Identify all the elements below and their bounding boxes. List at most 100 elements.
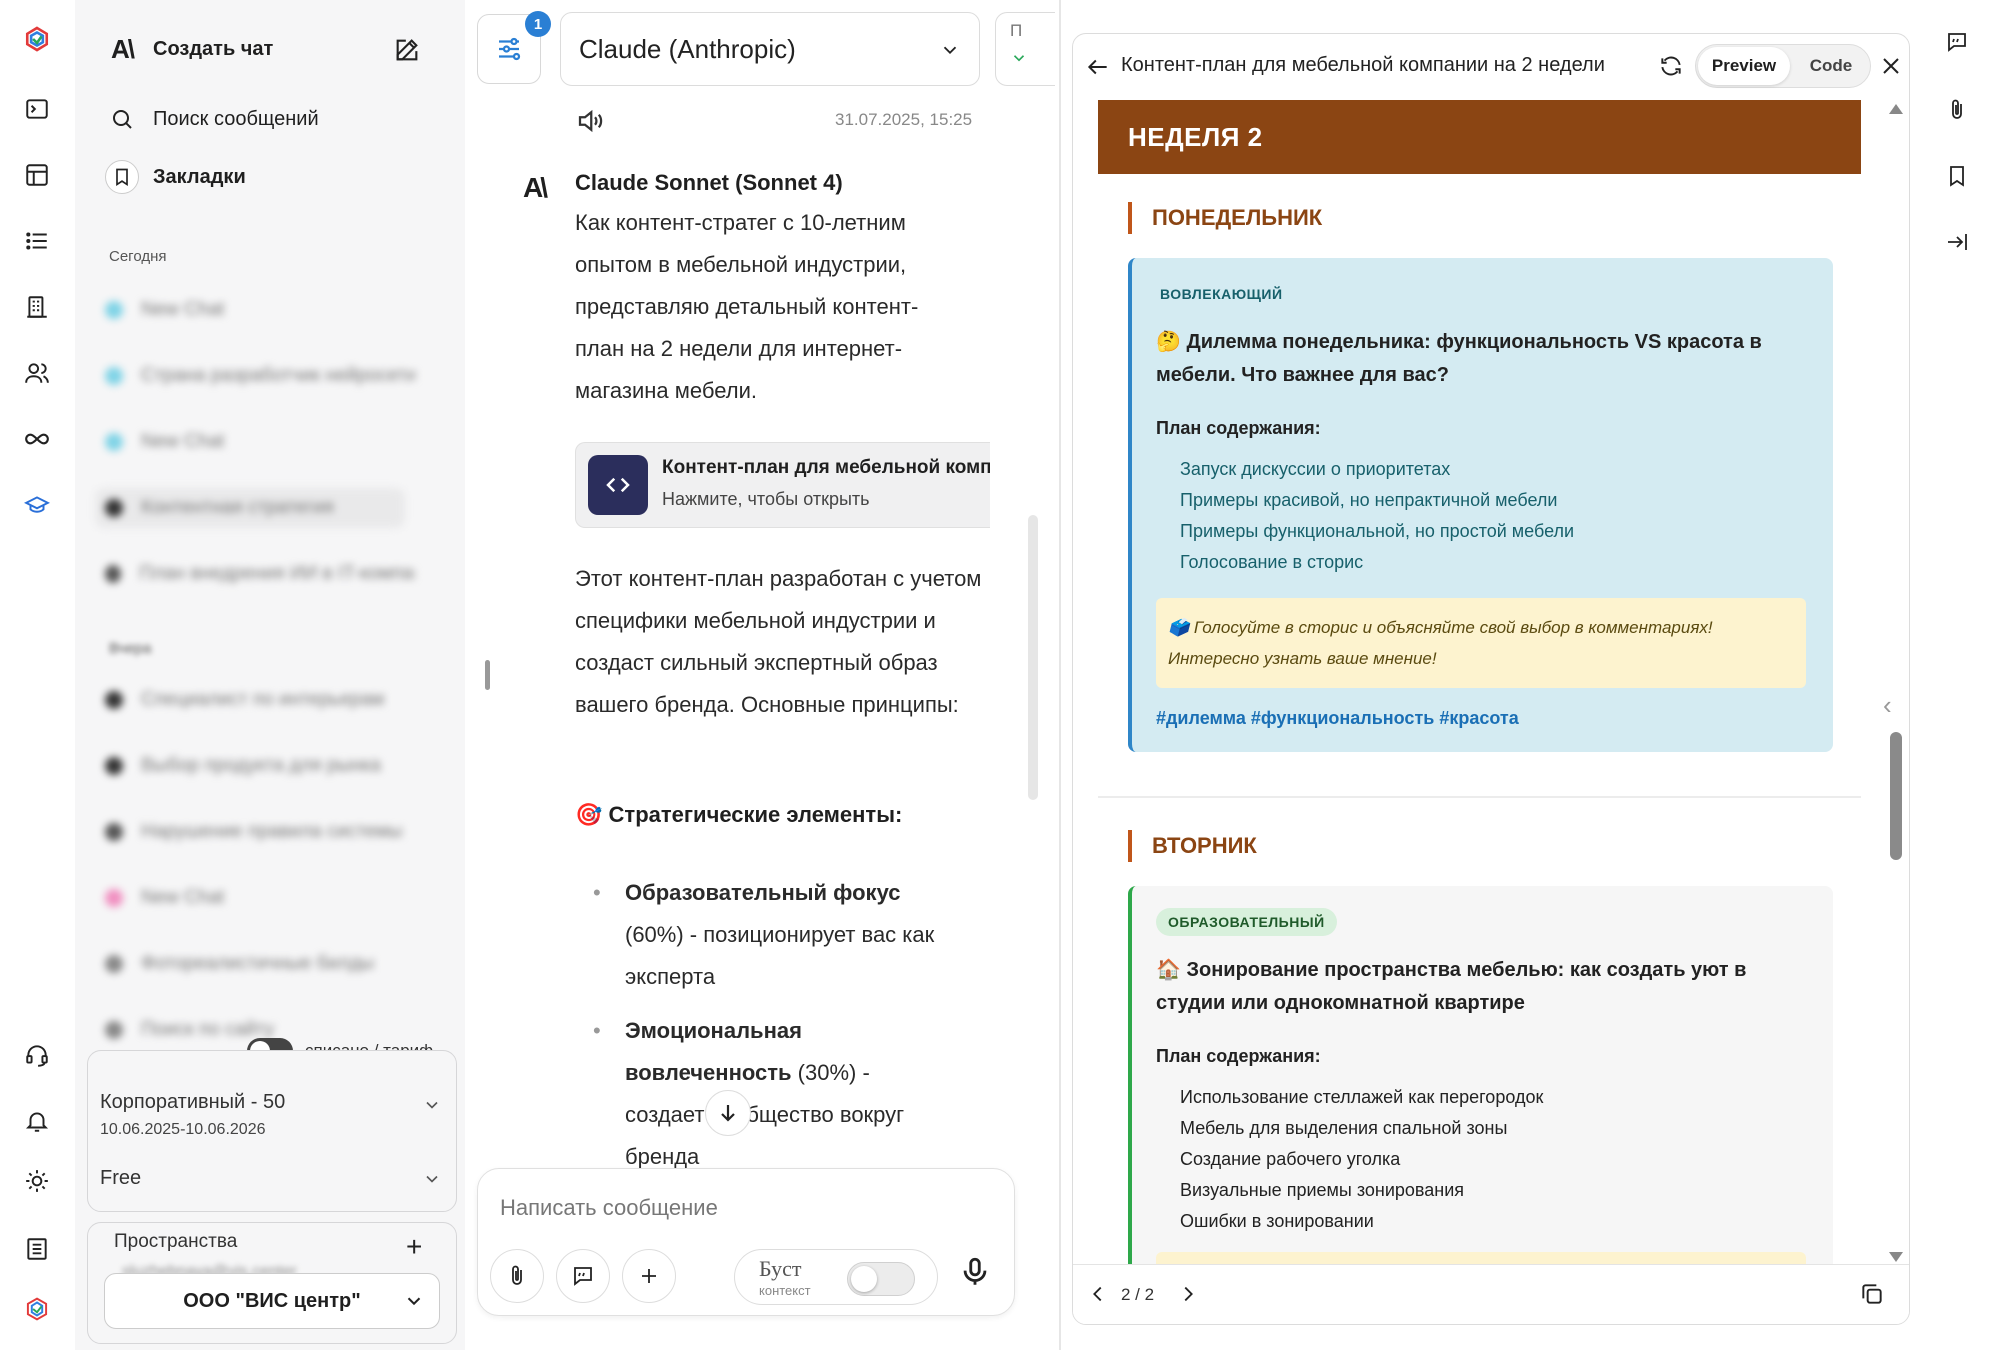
bullet-dot: • [593,1018,601,1043]
bookmarks-label: Закладки [153,165,246,188]
list-icon[interactable] [18,222,56,260]
bullet-dot: • [593,880,601,905]
model-select[interactable]: Claude (Anthropic) [560,12,980,86]
chat-history-icon [105,433,123,451]
chat-scrollbar[interactable] [1028,515,1038,800]
chat-history-item[interactable]: Выбор продукта для рынка [105,746,415,786]
chat-history-icon [105,499,123,517]
users-icon[interactable] [18,354,56,392]
bullet-1-bold: Образовательный фокус [625,880,901,905]
add-space-plus-icon[interactable]: + [406,1233,422,1261]
message-timestamp: 31.07.2025, 15:25 [835,110,973,129]
boost-toggle[interactable] [847,1262,915,1296]
plan-expand-chevron-icon[interactable] [422,1095,442,1120]
panel-title: Контент-план для мебельной компании на 2… [1121,54,1605,76]
comment-icon[interactable] [1939,24,1975,60]
building-icon[interactable] [18,288,56,326]
microphone-icon [963,1257,987,1285]
list-item: Ошибки в зонировании [1180,1211,1374,1231]
collapse-handle-icon[interactable]: ‹ [1883,690,1892,721]
message-input[interactable]: Написать сообщение [500,1195,718,1221]
microphone-button[interactable] [958,1255,992,1294]
chat-bubble-icon [574,1267,592,1286]
week-title: НЕДЕЛЯ 2 [1128,121,1263,152]
notification-badge: 1 [525,11,551,37]
support-headset-icon[interactable] [18,1036,56,1074]
tab-preview[interactable]: Preview [1698,47,1790,85]
chat-history-item[interactable]: Нарушение правила системы [105,812,415,852]
chat-history-item[interactable]: План внедрения ИИ в IT-компании [105,554,415,594]
chat-history-item[interactable]: Фотореалистичные билды [105,944,415,984]
infinity-icon[interactable] [18,420,56,458]
search-messages-button[interactable]: Поиск сообщений [105,102,319,136]
arrow-down-icon [721,1105,735,1122]
prev-page-chevron-icon[interactable] [1087,1283,1109,1310]
add-button[interactable] [622,1249,676,1303]
layout-icon[interactable] [18,156,56,194]
plan-free: Free [100,1167,142,1189]
copy-icon[interactable] [1859,1281,1885,1312]
chat-history-item[interactable]: Специалист по интерьерам [105,680,415,720]
target-emoji-icon: 🎯 [575,802,603,827]
plan-label: План содержания: [1156,1046,1321,1066]
post-type-tag: ОБРАЗОВАТЕЛЬНЫЙ [1156,908,1337,936]
refresh-icon[interactable] [1658,53,1684,84]
free-expand-chevron-icon[interactable] [422,1169,442,1194]
chat-history-item[interactable]: New Chat [105,878,415,918]
attach-button[interactable] [490,1249,544,1303]
chat-history-icon [105,367,123,385]
chat-history-item[interactable]: New Chat [105,422,415,462]
next-page-chevron-icon[interactable] [1177,1283,1199,1310]
post-type-tag: ВОВЛЕКАЮЩИЙ [1160,280,1295,308]
scroll-down-button[interactable] [705,1090,751,1136]
tab-code[interactable]: Code [1794,47,1868,85]
tab-code-label: Code [1809,56,1853,75]
prompts-button[interactable] [556,1249,610,1303]
terminal-icon[interactable] [18,90,56,128]
chat-history-label: New Chat [141,431,225,452]
attachment-icon[interactable] [1939,92,1975,128]
bell-icon[interactable] [18,1102,56,1140]
scroll-down-arrow-icon[interactable] [1889,1252,1903,1262]
bookmark-icon[interactable] [1939,158,1975,194]
preview-content: НЕДЕЛЯ 2 ПОНЕДЕЛЬНИК ВОВЛЕКАЮЩИЙ 🤔 Дилем… [1073,100,1909,1298]
panel-footer: 2 / 2 [1073,1264,1909,1324]
graduation-cap-icon[interactable] [18,486,56,524]
sliders-icon [499,37,521,61]
chat-history-item[interactable]: New Chat [105,290,415,330]
boost-context-control[interactable]: Буст контекст [734,1249,938,1305]
section-heading-text: Стратегические элементы: [608,802,903,827]
chat-history-item[interactable]: Страна разработчик нейросети [105,356,415,396]
next-model-chevron-icon [1013,55,1025,62]
new-chat-button[interactable]: A\ Создать чат [105,32,273,66]
panel-scrollbar-thumb[interactable] [1890,732,1902,860]
back-arrow-icon[interactable] [1085,54,1111,85]
scroll-up-arrow-icon[interactable] [1889,104,1903,114]
content-plan-list: Запуск дискуссии о приоритетах Примеры к… [1156,454,1574,578]
panel-divider[interactable] [1059,0,1061,1350]
sender-avatar-icon: A\ [523,172,548,203]
post-title-text: Дилемма понедельника: функциональность V… [1156,331,1762,386]
collapse-panel-icon[interactable] [1939,224,1975,260]
bullet-2: • Эмоциональная вовлеченность (30%) - со… [593,1010,955,1178]
paperclip-icon [512,1265,522,1285]
edit-icon[interactable] [393,36,423,66]
chat-history-item[interactable]: Контентная стратегия [95,488,405,528]
chat-history-label: New Chat [141,887,225,908]
next-model-tab-label: П [1010,21,1023,40]
chat-history-label: Поиск по сайту [141,1019,275,1040]
next-model-tab[interactable]: П [995,12,1055,86]
app-logo-icon[interactable] [16,18,58,60]
sidebar-resize-handle[interactable] [485,660,490,690]
sun-icon[interactable] [18,1162,56,1200]
space-select[interactable]: ООО "ВИС центр" [104,1273,440,1329]
message-paragraph-2: Этот контент-план разработан с учетом сп… [575,566,982,717]
bookmarks-button[interactable]: Закладки [105,160,246,194]
document-list-icon[interactable] [18,1230,56,1268]
speaker-icon[interactable] [575,106,605,141]
thinking-emoji-icon: 🤔 [1156,331,1181,353]
close-icon[interactable] [1879,54,1903,83]
artifact-card[interactable]: Контент-план для мебельной компании на 2… [575,442,990,528]
view-mode-switch: Preview Code [1695,44,1871,88]
chat-history-icon [105,823,123,841]
